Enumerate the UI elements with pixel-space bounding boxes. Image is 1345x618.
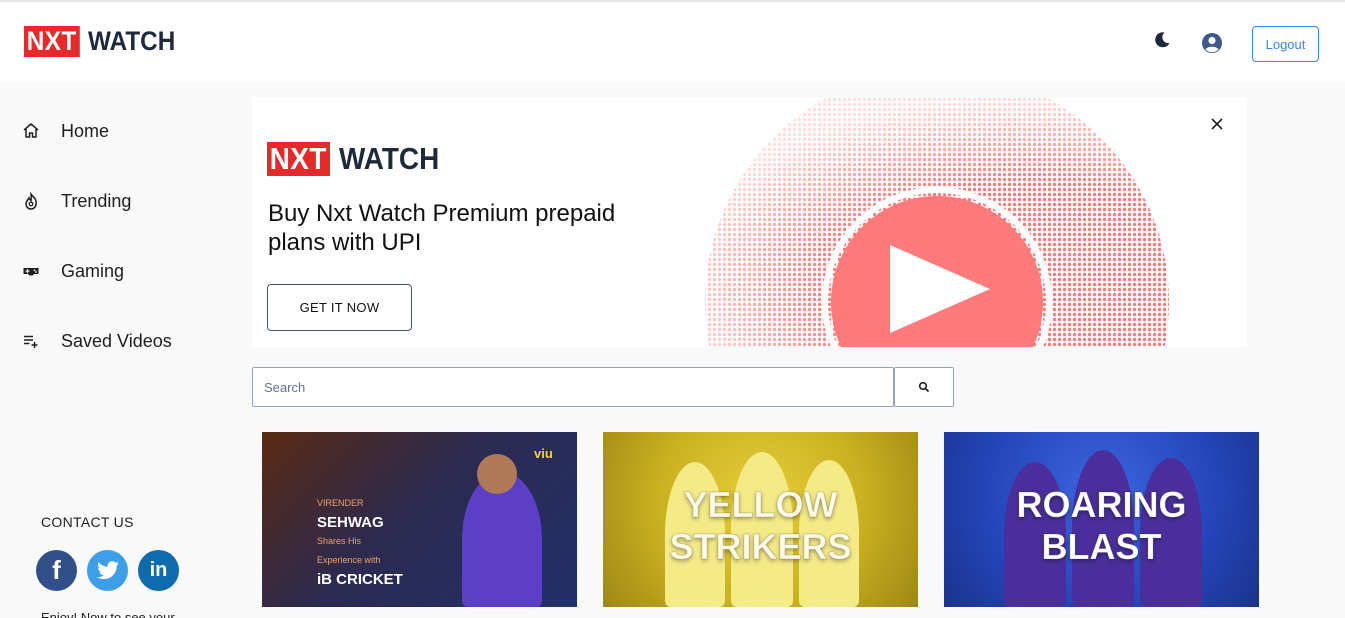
contact-title: CONTACT US	[41, 514, 134, 530]
thumbnail-text: VIRENDER SEHWAG Shares His Experience wi…	[317, 494, 437, 589]
sidebar-item-label: Trending	[61, 190, 132, 211]
search-input[interactable]	[252, 367, 894, 407]
search-icon	[918, 381, 930, 393]
banner-title: Buy Nxt Watch Premium prepaid plans with…	[268, 200, 616, 256]
viu-badge: viu	[534, 446, 553, 461]
sidebar-item-label: Gaming	[61, 260, 125, 281]
home-icon	[23, 123, 39, 138]
premium-banner: NXT WATCH Buy Nxt Watch Premium prepaid …	[252, 97, 1247, 347]
thumb-line: SEHWAG	[317, 514, 384, 531]
user-circle-icon[interactable]	[1201, 32, 1223, 54]
thumb-line: BLAST	[1041, 526, 1162, 568]
sidebar-item-label: Saved Videos	[61, 330, 172, 351]
fire-icon	[25, 192, 37, 210]
banner-logo: NXT WATCH	[267, 142, 450, 176]
nxt-watch-logo[interactable]: NXT WATCH	[24, 26, 184, 57]
thumb-line: YELLOW	[683, 484, 838, 526]
thumbnail-text: YELLOW STRIKERS	[603, 484, 918, 568]
thumb-line: ROARING	[1016, 484, 1187, 526]
logo-text: WATCH	[87, 26, 175, 56]
player-head	[477, 454, 517, 494]
gamepad-icon	[23, 268, 39, 276]
twitter-icon[interactable]	[87, 550, 128, 591]
get-it-now-button[interactable]: GET IT NOW	[267, 284, 412, 331]
thumb-line: STRIKERS	[669, 526, 852, 568]
thumb-line: Experience with	[317, 555, 381, 565]
sidebar-item-trending[interactable]: Trending	[0, 181, 236, 221]
sidebar-item-label: Home	[61, 120, 110, 141]
logout-button[interactable]: Logout	[1252, 26, 1319, 62]
facebook-icon[interactable]: f	[36, 550, 77, 591]
logo-box: NXT	[24, 26, 80, 57]
play-logo-art	[705, 97, 1169, 347]
search-button[interactable]	[894, 367, 954, 407]
video-thumbnail[interactable]: viu VIRENDER SEHWAG Shares His Experienc…	[262, 432, 577, 607]
thumb-line: iB CRICKET	[317, 571, 403, 588]
playlist-add-icon	[24, 335, 38, 348]
linkedin-glyph: in	[149, 559, 168, 581]
sidebar-item-gaming[interactable]: Gaming	[0, 251, 236, 291]
sidebar: Home Trending Gaming Saved Videos CONTAC…	[0, 82, 236, 618]
thumb-line: VIRENDER	[317, 498, 364, 508]
linkedin-icon[interactable]: in	[138, 550, 179, 591]
main-content: NXT WATCH Buy Nxt Watch Premium prepaid …	[236, 82, 1345, 618]
thumb-line: Shares His	[317, 536, 362, 546]
video-thumbnail[interactable]: ROARING BLAST	[944, 432, 1259, 607]
video-thumbnail[interactable]: YELLOW STRIKERS	[603, 432, 918, 607]
sidebar-item-saved-videos[interactable]: Saved Videos	[0, 321, 236, 361]
app-header: NXT WATCH Logout	[0, 2, 1345, 82]
thumbnail-text: ROARING BLAST	[944, 484, 1259, 568]
twitter-bird-icon	[96, 560, 119, 579]
moon-icon[interactable]	[1152, 30, 1172, 50]
banner-logo-box: NXT	[267, 142, 330, 176]
enjoy-text: Enjoy! Now to see your	[41, 610, 175, 618]
banner-logo-text: WATCH	[338, 141, 439, 176]
sidebar-item-home[interactable]: Home	[0, 111, 236, 151]
facebook-glyph: f	[52, 555, 61, 585]
close-icon[interactable]	[1210, 117, 1224, 131]
